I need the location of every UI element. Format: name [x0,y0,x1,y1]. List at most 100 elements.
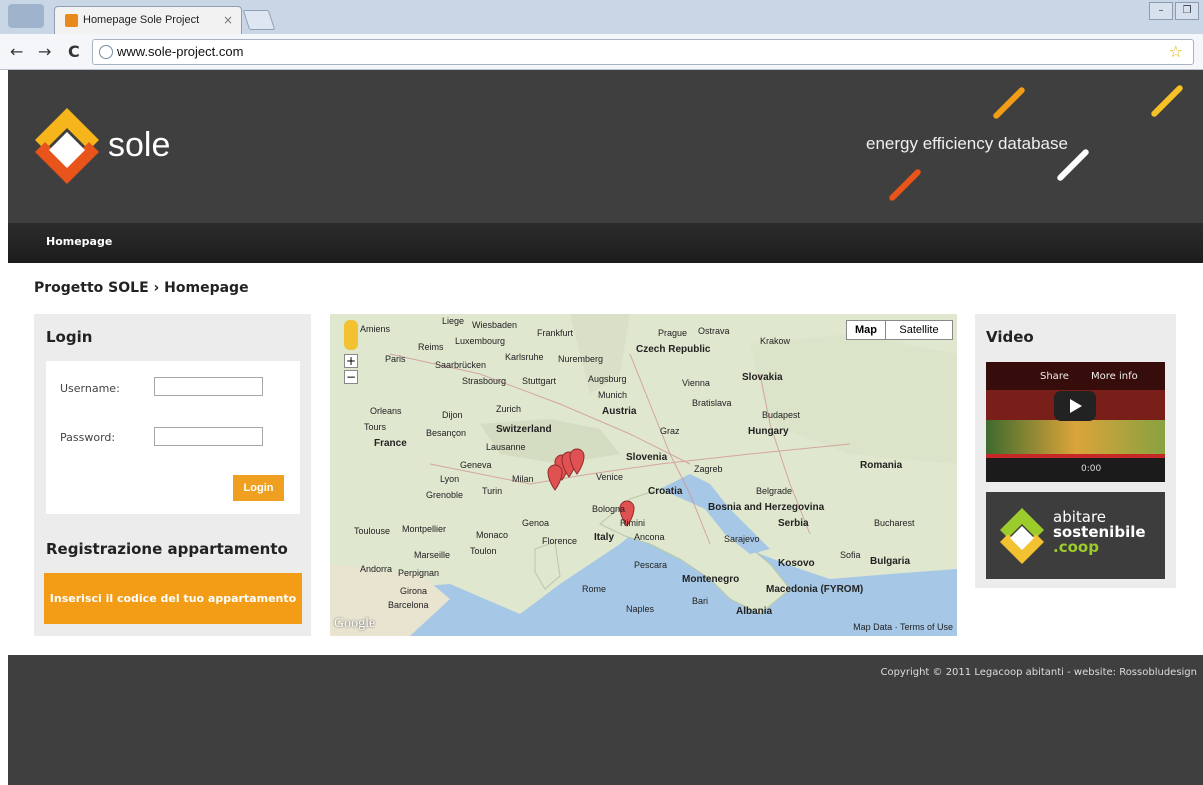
map-label: Marseille [414,550,451,560]
back-button[interactable]: ← [10,42,23,61]
breadcrumb: Progetto SOLE › Homepage [34,280,249,296]
map-type-map-button[interactable]: Map [846,320,886,340]
map-label: Bologna [592,504,626,514]
map-label: Bucharest [874,518,915,528]
browser-menu-icon[interactable] [8,4,44,28]
map-label: Budapest [762,410,801,420]
map-label: Ancona [634,532,665,542]
decor-stroke [1150,84,1184,118]
bookmark-star-icon[interactable]: ☆ [1169,42,1183,61]
map-label: France [374,438,407,449]
map-label: Luxembourg [455,336,506,346]
map-label: Ostrava [698,326,730,336]
map-label: Sofia [840,550,861,560]
map-terms-link[interactable]: Map Data · Terms of Use [853,622,953,632]
map-label: Bosnia and Herzegovina [708,502,825,513]
map-label: Venice [596,472,624,482]
address-bar[interactable]: www.sole-project.com ☆ [92,39,1194,65]
map-label: Geneva [460,460,492,470]
map-label: Zagreb [694,464,723,474]
map-label: Naples [626,604,655,614]
video-time: 0:00 [1081,464,1102,474]
login-panel: Login Username: Password: Login Registra… [34,314,311,636]
new-tab-button[interactable] [242,10,276,30]
zoom-out-button[interactable]: − [344,370,358,384]
map-widget[interactable]: + − Map Satellite Prague Ostrava Krakow … [330,314,957,636]
tab-close-icon[interactable]: × [223,13,233,27]
pegman-icon[interactable] [344,320,358,350]
map-label: Florence [542,536,578,546]
map-label: Krakow [760,336,791,346]
map-label: Karlsruhe [505,352,544,362]
play-button[interactable] [1054,391,1096,421]
map-label: Nuremberg [558,354,604,364]
login-form: Username: Password: Login [46,361,300,514]
map-label: Rimini [620,518,646,528]
maximize-button[interactable]: ❐ [1175,2,1199,20]
map-label: Switzerland [496,424,552,435]
sole-logo-icon[interactable] [35,108,99,192]
map-label: Toulouse [354,526,391,536]
map-label: Macedonia (FYROM) [766,584,864,595]
logo-text: sole [108,126,171,164]
map-label: Monaco [476,530,509,540]
map-label: Grenoble [426,490,464,500]
map-label: Turin [482,486,503,496]
play-icon [1070,399,1082,413]
browser-tab[interactable]: Homepage Sole Project × [54,6,242,34]
video-thumbnail [986,420,1165,458]
globe-icon [99,45,113,59]
browser-toolbar: ← → C www.sole-project.com ☆ [0,34,1203,70]
map-label: Munich [598,390,628,400]
video-share-button[interactable]: Share [1040,371,1069,382]
map-label: Slovenia [626,452,668,463]
map-label: Lausanne [486,442,526,452]
map-label: Vienna [682,378,710,388]
nav-item-homepage[interactable]: Homepage [46,235,112,248]
insert-apartment-code-button[interactable]: Inserisci il codice del tuo appartamento [44,573,302,624]
map-label: Romania [860,460,903,471]
password-input[interactable] [154,427,263,446]
map-label: Reims [418,342,444,352]
banner-logo-icon [1000,508,1044,564]
video-player[interactable]: Share More info 0:00 [986,362,1165,482]
favicon-icon [65,14,78,27]
map-label: Orleans [370,406,402,416]
video-panel: Video Share More info 0:00 abitare soste… [975,314,1176,588]
forward-button[interactable]: → [38,42,51,61]
abitare-sostenibile-banner[interactable]: abitare sostenibile .coop [986,492,1165,579]
login-button[interactable]: Login [233,475,284,501]
video-controls: 0:00 [986,458,1165,482]
map-type-satellite-button[interactable]: Satellite [885,320,953,340]
decor-stroke [888,168,922,202]
map-label: Paris [385,354,406,364]
map-label: Czech Republic [636,344,711,355]
map-label: Kosovo [778,558,815,569]
minimize-button[interactable]: – [1149,2,1173,20]
video-more-info-button[interactable]: More info [1091,371,1138,382]
password-label: Password: [60,431,116,444]
username-label: Username: [60,382,120,395]
copyright-text: Copyright © 2011 Legacoop abitanti - web… [880,667,1197,678]
site-header: sole energy efficiency database [8,70,1203,223]
map-label: Lyon [440,474,460,484]
url-text: www.sole-project.com [117,44,244,59]
google-logo[interactable]: Google [334,616,375,632]
map-label: Montpellier [402,524,447,534]
map-label: Toulon [470,546,497,556]
map-label: Sarajevo [724,534,760,544]
map-label: Zurich [496,404,522,414]
map-label: Strasbourg [462,376,507,386]
map-label: Tours [364,422,387,432]
zoom-in-button[interactable]: + [344,354,358,368]
map-label: Montenegro [682,574,740,585]
username-input[interactable] [154,377,263,396]
map-label: Liege [442,316,465,326]
map-label: Albania [736,606,773,617]
map-label: Girona [400,586,428,596]
login-title: Login [46,328,93,346]
map-label: Serbia [778,518,809,529]
map-label: Bulgaria [870,556,911,567]
map-label: Milan [512,474,534,484]
reload-button[interactable]: C [68,42,80,61]
